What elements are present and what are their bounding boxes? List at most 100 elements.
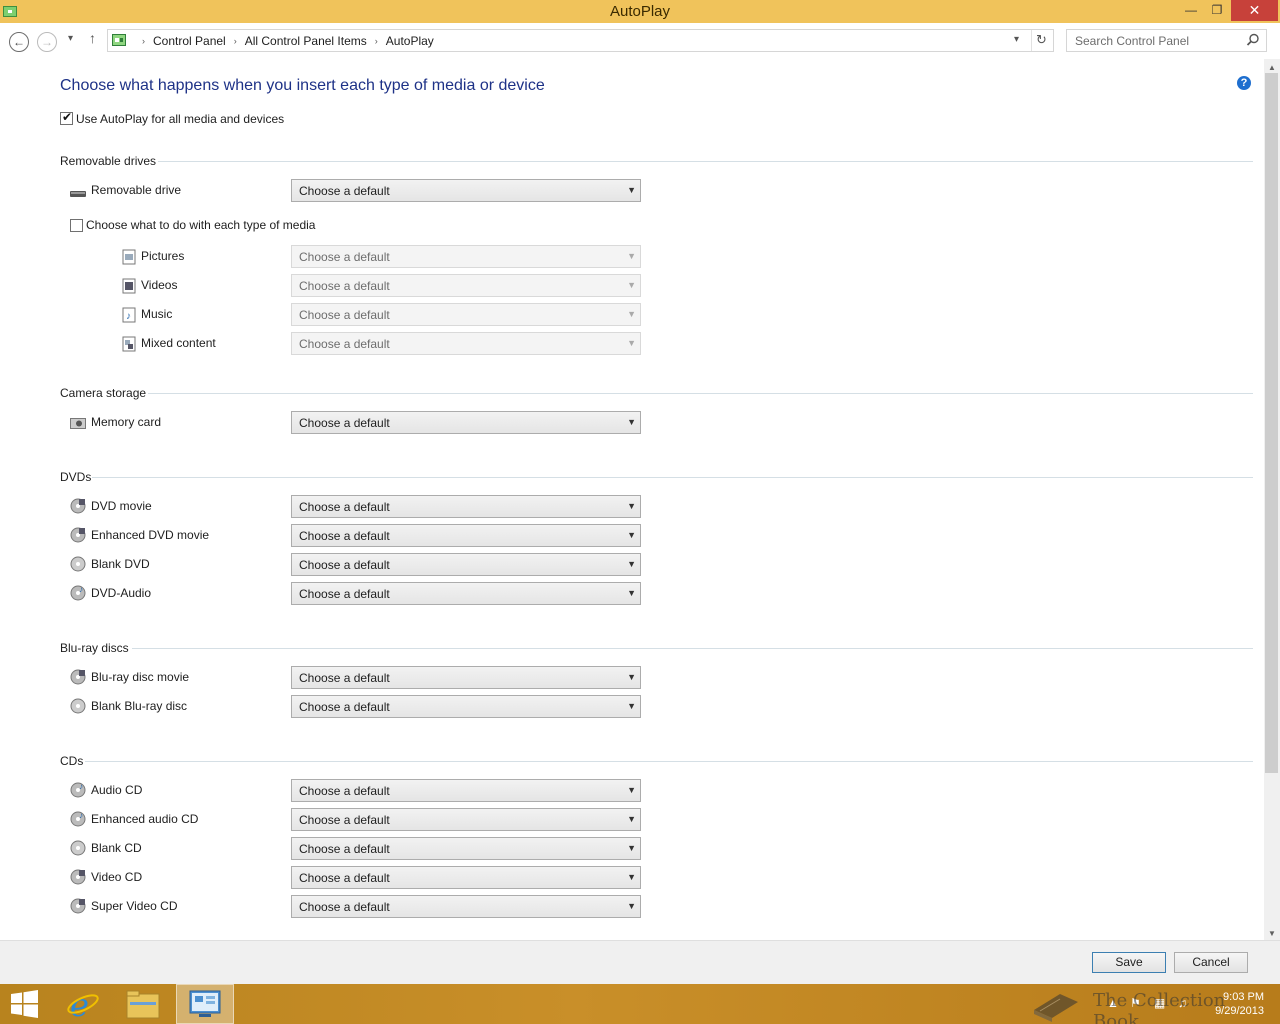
breadcrumb-autoplay[interactable]: AutoPlay — [386, 34, 434, 48]
chevron-down-icon: ▼ — [627, 185, 636, 195]
search-icon[interactable] — [1246, 33, 1260, 47]
section-divider — [132, 648, 1253, 649]
select-value: Choose a default — [299, 813, 390, 827]
select-value: Choose a default — [299, 337, 390, 351]
select-value: Choose a default — [299, 671, 390, 685]
enhanced-audio-cd-label: Enhanced audio CD — [91, 812, 199, 826]
minimize-button[interactable]: — — [1178, 0, 1204, 21]
dvd-movie-label: DVD movie — [91, 499, 152, 513]
scroll-down-icon[interactable]: ▼ — [1268, 929, 1276, 938]
taskbar-control-panel[interactable] — [176, 984, 234, 1024]
use-autoplay-label[interactable]: Use AutoPlay for all media and devices — [76, 112, 284, 126]
blank-cd-select[interactable]: Choose a default ▼ — [291, 837, 641, 860]
blank-dvd-icon — [70, 556, 86, 572]
select-value: Choose a default — [299, 279, 390, 293]
up-button[interactable]: ↑ — [89, 30, 96, 46]
chevron-down-icon: ▼ — [627, 588, 636, 598]
breadcrumb-control-panel[interactable]: Control Panel — [153, 34, 226, 48]
videos-select[interactable]: Choose a default ▼ — [291, 274, 641, 297]
videos-icon — [122, 278, 136, 294]
enhanced-dvd-movie-label: Enhanced DVD movie — [91, 528, 210, 542]
svg-text:♪: ♪ — [79, 585, 83, 594]
removable-drive-select[interactable]: Choose a default ▼ — [291, 179, 641, 202]
audio-cd-select[interactable]: Choose a default ▼ — [291, 779, 641, 802]
pictures-icon — [122, 249, 136, 265]
internet-explorer-icon: e — [67, 987, 99, 1021]
start-button[interactable] — [0, 984, 50, 1024]
folder-icon — [126, 990, 160, 1019]
chevron-down-icon: ▼ — [627, 501, 636, 511]
scrollbar-thumb[interactable] — [1265, 73, 1278, 773]
super-video-cd-icon — [70, 898, 86, 914]
search-placeholder: Search Control Panel — [1075, 34, 1190, 48]
pictures-select[interactable]: Choose a default ▼ — [291, 245, 641, 268]
select-value: Choose a default — [299, 587, 390, 601]
dvd-movie-select[interactable]: Choose a default ▼ — [291, 495, 641, 518]
chevron-down-icon: ▼ — [627, 417, 636, 427]
chevron-down-icon: ▼ — [627, 309, 636, 319]
enhanced-audio-cd-select[interactable]: Choose a default ▼ — [291, 808, 641, 831]
address-bar[interactable]: › Control Panel › All Control Panel Item… — [107, 29, 1054, 52]
music-label: Music — [141, 307, 173, 321]
cancel-button[interactable]: Cancel — [1174, 952, 1248, 973]
checkmark-icon: ✔ — [62, 110, 73, 124]
chevron-down-icon: ▼ — [627, 701, 636, 711]
chevron-down-icon: ▼ — [627, 901, 636, 911]
select-value: Choose a default — [299, 700, 390, 714]
blank-bluray-select[interactable]: Choose a default ▼ — [291, 695, 641, 718]
mixed-content-select[interactable]: Choose a default ▼ — [291, 332, 641, 355]
breadcrumb-separator-icon: › — [233, 36, 237, 46]
select-value: Choose a default — [299, 871, 390, 885]
videos-label: Videos — [141, 278, 178, 292]
blank-dvd-select[interactable]: Choose a default ▼ — [291, 553, 641, 576]
media-types-checkbox[interactable] — [70, 219, 83, 232]
back-button[interactable]: ← — [9, 32, 29, 52]
select-value: Choose a default — [299, 900, 390, 914]
section-title-dvds: DVDs — [60, 470, 92, 484]
bluray-movie-select[interactable]: Choose a default ▼ — [291, 666, 641, 689]
close-button[interactable]: ✕ — [1231, 0, 1278, 21]
save-button[interactable]: Save — [1092, 952, 1166, 973]
maximize-button[interactable]: ❐ — [1204, 0, 1230, 21]
section-title-camera-storage: Camera storage — [60, 386, 147, 400]
enhanced-dvd-movie-icon — [70, 527, 86, 543]
section-divider — [92, 477, 1253, 478]
book-logo-icon — [1034, 994, 1078, 1022]
chevron-down-icon: ▼ — [627, 559, 636, 569]
help-icon[interactable]: ? — [1237, 76, 1251, 90]
breadcrumb: › Control Panel › All Control Panel Item… — [134, 34, 434, 48]
scroll-up-icon[interactable]: ▲ — [1268, 63, 1276, 72]
media-types-label[interactable]: Choose what to do with each type of medi… — [86, 218, 315, 232]
taskbar-file-explorer[interactable] — [114, 984, 172, 1024]
memory-card-icon — [70, 418, 86, 429]
video-cd-select[interactable]: Choose a default ▼ — [291, 866, 641, 889]
enhanced-dvd-movie-select[interactable]: Choose a default ▼ — [291, 524, 641, 547]
taskbar-internet-explorer[interactable]: e — [54, 984, 112, 1024]
removable-drive-icon — [70, 191, 86, 197]
blank-dvd-label: Blank DVD — [91, 557, 150, 571]
address-dropdown-button[interactable]: ▾ — [1014, 34, 1019, 45]
audio-cd-label: Audio CD — [91, 783, 143, 797]
vertical-scrollbar[interactable]: ▲ ▼ — [1264, 59, 1280, 940]
memory-card-select[interactable]: Choose a default ▼ — [291, 411, 641, 434]
chevron-down-icon: ▼ — [627, 872, 636, 882]
dvd-audio-select[interactable]: Choose a default ▼ — [291, 582, 641, 605]
breadcrumb-all-items[interactable]: All Control Panel Items — [245, 34, 367, 48]
search-input[interactable]: Search Control Panel — [1066, 29, 1267, 52]
forward-button[interactable]: → — [37, 32, 57, 52]
chevron-down-icon: ▼ — [627, 251, 636, 261]
section-divider — [158, 161, 1253, 162]
recent-locations-button[interactable]: ▾ — [68, 33, 73, 44]
chevron-down-icon: ▼ — [627, 814, 636, 824]
select-value: Choose a default — [299, 558, 390, 572]
section-title-removable-drives: Removable drives — [60, 154, 157, 168]
super-video-cd-select[interactable]: Choose a default ▼ — [291, 895, 641, 918]
music-select[interactable]: Choose a default ▼ — [291, 303, 641, 326]
control-panel-icon — [112, 34, 126, 46]
dvd-movie-icon — [70, 498, 86, 514]
refresh-button[interactable]: ↻ — [1036, 32, 1047, 48]
svg-text:♪: ♪ — [79, 811, 83, 820]
use-autoplay-checkbox[interactable]: ✔ — [60, 110, 73, 125]
windows-logo-icon — [11, 990, 38, 1018]
svg-text:♪: ♪ — [126, 311, 131, 322]
